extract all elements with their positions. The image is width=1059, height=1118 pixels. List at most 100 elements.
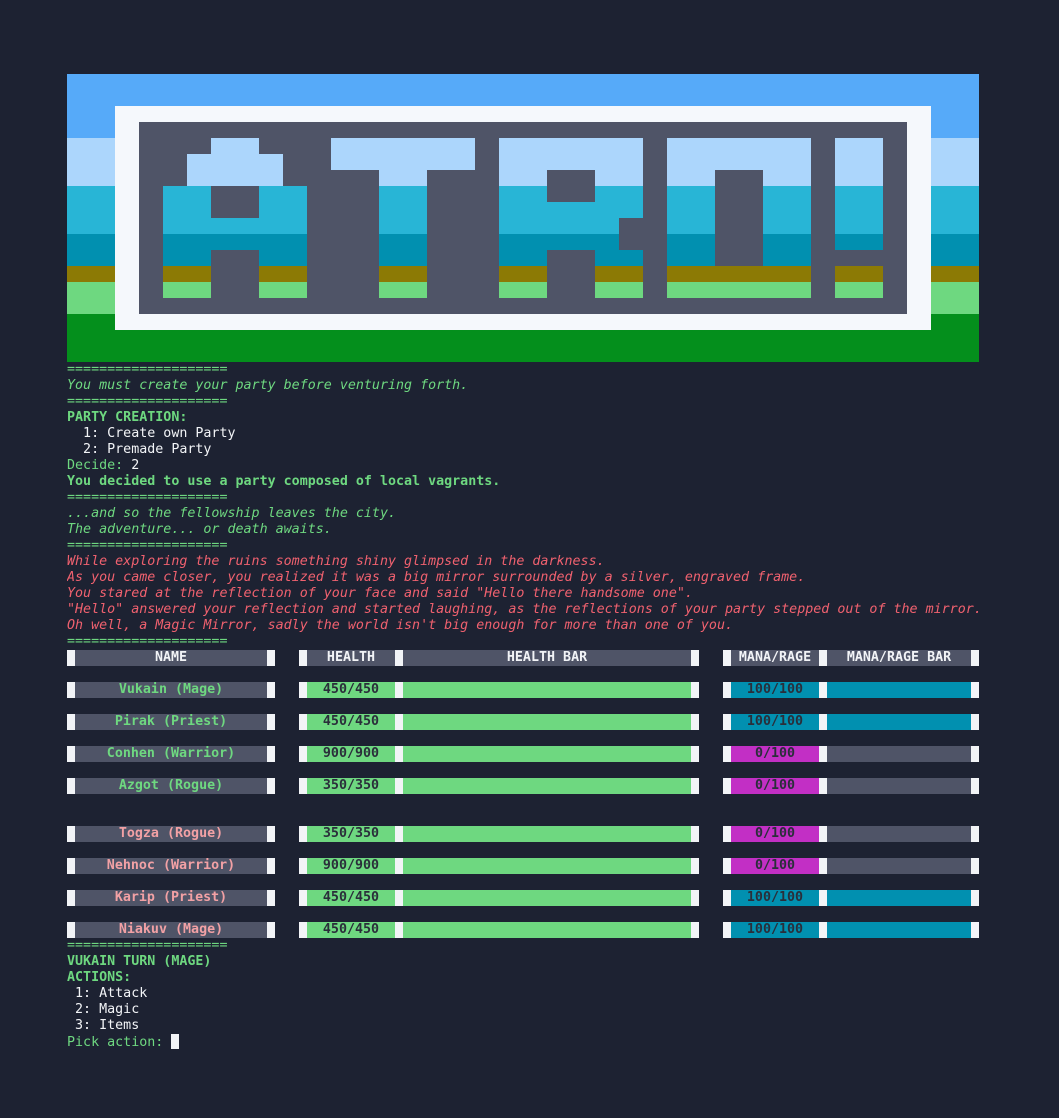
health-bar-fill [403,890,691,906]
combat-status-table: NAME HEALTH HEALTH BAR MANA/RAGE MANA/RAGE B… [67,650,979,938]
separator: ==================== [67,362,228,377]
enemy-row: Niakuv (Mage) 450/450 100/100 [67,922,979,938]
cell-edge [267,714,275,730]
cell-edge [971,922,979,938]
cell-edge [971,890,979,906]
cell-edge [299,922,307,938]
cell-edge [299,714,307,730]
cell-edge [267,650,275,666]
atro-logo [163,138,883,298]
separator: ==================== [67,538,228,553]
cell-edge [395,922,403,938]
separator: ==================== [67,634,228,649]
header-mana-rage: MANA/RAGE [731,650,819,666]
health-value: 450/450 [307,890,395,906]
decide-line: Decide: 2 [67,458,979,474]
cell-edge [723,746,731,762]
health-value: 450/450 [307,714,395,730]
combatant-name: Conhen (Warrior) [75,746,267,762]
cell-edge [299,778,307,794]
cell-edge [819,714,827,730]
health-bar [403,746,691,762]
health-bar [403,922,691,938]
health-value: 450/450 [307,922,395,938]
cell-edge [299,650,307,666]
mana-rage-bar [827,922,971,938]
cell-edge [691,890,699,906]
cell-edge [67,922,75,938]
cell-edge [67,778,75,794]
cell-edge [299,746,307,762]
cell-edge [819,746,827,762]
action-items: 3: Items [67,1018,140,1033]
cell-edge [67,890,75,906]
mana-rage-value: 100/100 [731,922,819,938]
mana-rage-bar-fill [827,714,971,730]
cell-edge [299,890,307,906]
cell-edge [67,826,75,842]
health-value: 900/900 [307,746,395,762]
cell-edge [67,682,75,698]
cell-edge [267,746,275,762]
decide-answer: 2 [131,458,140,473]
combatant-name: Togza (Rogue) [75,826,267,842]
cell-edge [691,714,699,730]
combatant-name: Pirak (Priest) [75,714,267,730]
party-creation-heading: PARTY CREATION: [67,410,188,425]
mana-rage-value: 0/100 [731,778,819,794]
health-bar [403,778,691,794]
cell-edge [691,922,699,938]
cell-edge [267,778,275,794]
cell-edge [723,922,731,938]
cell-edge [691,826,699,842]
combatant-name: Nehnoc (Warrior) [75,858,267,874]
combatant-name: Azgot (Rogue) [75,778,267,794]
party-member-row: Azgot (Rogue) 350/350 0/100 [67,778,979,794]
text-cursor[interactable] [171,1034,180,1049]
cell-edge [395,858,403,874]
cell-edge [971,826,979,842]
separator: ==================== [67,938,228,953]
terminal-output: ==================== You must create you… [67,362,979,1050]
cell-edge [819,650,827,666]
mana-rage-bar [827,682,971,698]
party-member-row: Vukain (Mage) 450/450 100/100 [67,682,979,698]
cell-edge [395,890,403,906]
mana-rage-bar [827,714,971,730]
enemy-row: Togza (Rogue) 350/350 0/100 [67,826,979,842]
health-bar-fill [403,682,691,698]
cell-edge [819,778,827,794]
cell-edge [299,858,307,874]
cell-edge [723,714,731,730]
mana-rage-value: 100/100 [731,890,819,906]
cell-edge [395,778,403,794]
party-member-row: Conhen (Warrior) 900/900 0/100 [67,746,979,762]
cell-edge [267,922,275,938]
cell-edge [723,778,731,794]
cell-edge [395,650,403,666]
header-name: NAME [75,650,267,666]
health-bar-fill [403,746,691,762]
cell-edge [67,858,75,874]
cell-edge [67,650,75,666]
enemy-row: Karip (Priest) 450/450 100/100 [67,890,979,906]
actions-heading: ACTIONS: [67,970,132,985]
cell-edge [267,890,275,906]
cell-edge [299,682,307,698]
cell-edge [395,682,403,698]
health-bar [403,682,691,698]
cell-edge [819,682,827,698]
mana-rage-bar-fill [827,922,971,938]
cell-edge [971,858,979,874]
health-bar-fill [403,922,691,938]
mana-rage-bar [827,858,971,874]
mana-rage-value: 0/100 [731,746,819,762]
table-header-row: NAME HEALTH HEALTH BAR MANA/RAGE MANA/RAGE B… [67,650,979,666]
option-create-own-party: 1: Create own Party [67,426,236,441]
action-magic: 2: Magic [67,1002,140,1017]
cell-edge [723,682,731,698]
event-line: "Hello" answered your reflection and sta… [67,602,979,617]
mana-rage-bar [827,746,971,762]
game-title-banner [67,74,979,362]
pick-action-line[interactable]: Pick action: [67,1034,979,1050]
